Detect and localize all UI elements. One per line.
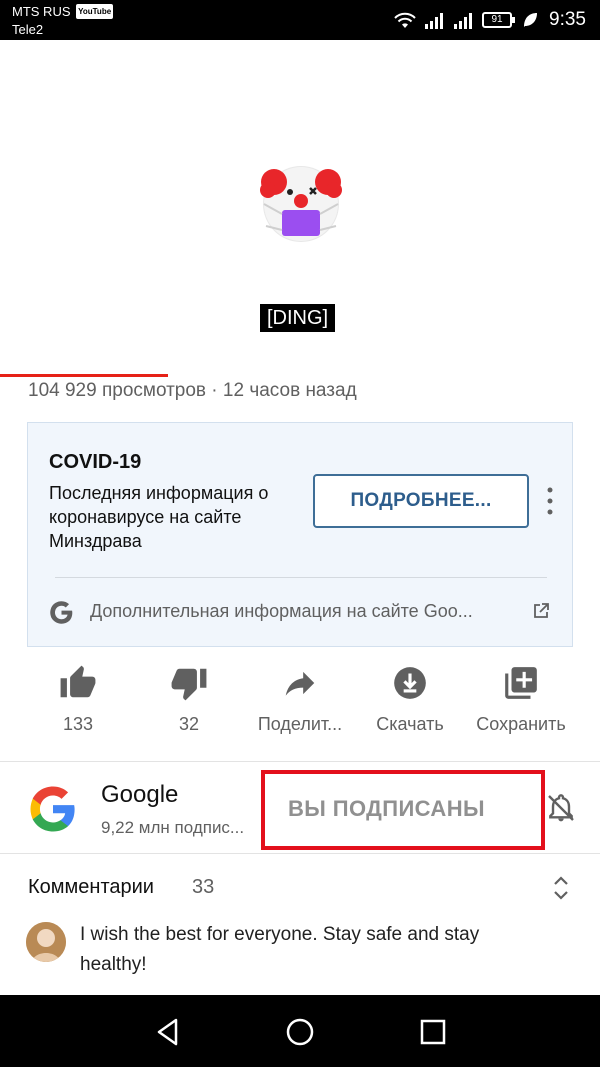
download-label: Скачать xyxy=(376,714,444,734)
signal-icon-2 xyxy=(454,13,473,29)
signal-icon xyxy=(425,13,444,29)
channel-name[interactable]: Google xyxy=(101,781,178,809)
more-info-button[interactable]: ПОДРОБНЕЕ... xyxy=(313,474,529,528)
wifi-icon xyxy=(394,12,416,28)
external-link-icon[interactable] xyxy=(533,603,549,619)
commenter-avatar xyxy=(26,922,66,962)
thumb-up-icon xyxy=(60,665,96,698)
status-icons: 91 9:35 xyxy=(393,8,586,32)
home-icon[interactable] xyxy=(283,1015,317,1049)
more-vert-icon[interactable] xyxy=(545,485,555,517)
top-comment[interactable]: I wish the best for everyone. Stay safe … xyxy=(80,920,550,980)
expand-icon[interactable] xyxy=(550,874,572,902)
bell-off-icon[interactable] xyxy=(545,792,577,824)
covid-body: Последняя информация о коронавирусе на с… xyxy=(49,483,269,551)
battery-icon: 91 xyxy=(482,12,516,28)
video-caption: [DING] xyxy=(260,304,336,332)
like-count: 133 xyxy=(62,714,94,734)
like-button[interactable]: 133 xyxy=(23,664,133,735)
comments-title[interactable]: Комментарии xyxy=(28,876,154,899)
covid-more-link[interactable]: Дополнительная информация на сайте Goo..… xyxy=(90,601,473,622)
carrier-primary: MTS RUS YouTube xyxy=(12,4,114,19)
back-icon[interactable] xyxy=(151,1015,185,1049)
android-nav-bar xyxy=(0,995,600,1067)
clown-mask-emoji-icon xyxy=(260,166,342,242)
leaf-icon xyxy=(524,13,538,27)
save-label: Сохранить xyxy=(476,714,566,734)
share-button[interactable]: Поделит... xyxy=(245,664,355,735)
share-label: Поделит... xyxy=(257,714,343,734)
dislike-button[interactable]: 32 xyxy=(134,664,244,735)
google-g-icon xyxy=(50,601,73,624)
download-icon xyxy=(394,667,426,699)
youtube-badge-icon: YouTube xyxy=(76,4,114,19)
covid-info-card: COVID-19 Последняя информация о коронави… xyxy=(27,422,573,647)
covid-title: COVID-19 xyxy=(49,451,142,473)
video-actions: 133 32 Поделит... Скачать Сохранить xyxy=(0,664,600,744)
subscribed-button[interactable]: ВЫ ПОДПИСАНЫ xyxy=(288,796,485,822)
dislike-count: 32 xyxy=(178,714,200,734)
carrier-secondary: Tele2 xyxy=(12,22,44,37)
comments-count: 33 xyxy=(192,876,215,898)
channel-avatar-google-icon[interactable] xyxy=(26,782,80,836)
save-button[interactable]: Сохранить xyxy=(466,664,576,735)
playlist-add-icon xyxy=(505,667,537,699)
status-bar: MTS RUS YouTube Tele2 91 9:35 xyxy=(0,0,600,40)
clock: 9:35 xyxy=(549,9,586,30)
video-meta: 104 929 просмотров · 12 часов назад xyxy=(28,380,357,401)
recents-icon[interactable] xyxy=(416,1015,450,1049)
battery-level: 91 xyxy=(482,12,513,28)
carrier-primary-label: MTS RUS xyxy=(12,4,71,19)
share-arrow-icon xyxy=(285,671,315,696)
channel-subscribers: 9,22 млн подпис... xyxy=(101,818,245,837)
divider-actions xyxy=(0,761,600,762)
download-button[interactable]: Скачать xyxy=(355,664,465,735)
video-progress-bar[interactable] xyxy=(0,374,168,377)
card-divider xyxy=(55,577,547,578)
thumb-down-icon xyxy=(171,668,207,701)
divider-channel xyxy=(0,853,600,854)
